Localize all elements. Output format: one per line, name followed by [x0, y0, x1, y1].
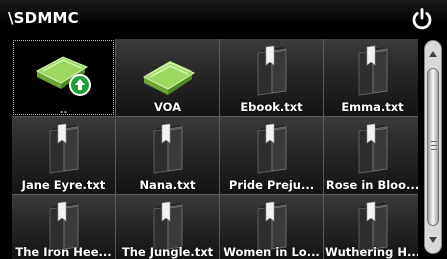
- grip-line: [431, 149, 437, 150]
- folder-icon: [140, 53, 196, 101]
- tile-label: Wuthering H...: [324, 245, 418, 259]
- folder-up-icon: [33, 47, 95, 103]
- tile-label: The Iron Hee...: [15, 245, 112, 259]
- vertical-scrollbar[interactable]: [424, 40, 442, 254]
- book-icon: [353, 43, 393, 101]
- tile-file-rose[interactable]: Rose in Bloo...: [324, 117, 418, 194]
- tile-label: The Jungle.txt: [121, 245, 214, 259]
- tile-label: Women in Lo...: [223, 245, 320, 259]
- tile-file-iron-heel[interactable]: The Iron Hee...: [12, 195, 115, 259]
- tile-label: ..: [59, 105, 68, 116]
- tile-folder-voa[interactable]: VOA: [116, 39, 219, 116]
- book-icon: [252, 43, 292, 101]
- tile-file-jungle[interactable]: The Jungle.txt: [116, 195, 219, 259]
- tile-label: Pride Preju...: [228, 178, 315, 192]
- tile-file-emma[interactable]: Emma.txt: [324, 39, 418, 116]
- power-icon[interactable]: [409, 6, 435, 32]
- tile-label: Emma.txt: [341, 100, 404, 114]
- file-grid: .. VOA Ebook.txt Emma.txt Jane Eyre.txt …: [12, 39, 418, 259]
- tile-parent-folder[interactable]: ..: [12, 39, 115, 116]
- scroll-up-arrow-icon[interactable]: [429, 51, 437, 57]
- grip-line: [431, 141, 437, 142]
- book-icon: [148, 121, 188, 179]
- scroll-down-arrow-icon[interactable]: [429, 237, 437, 243]
- grip-line: [431, 145, 437, 146]
- tile-file-wuthering[interactable]: Wuthering H...: [324, 195, 418, 259]
- title-bar: \SDMMC: [0, 0, 447, 38]
- book-icon: [252, 121, 292, 179]
- scroll-thumb[interactable]: [427, 68, 439, 226]
- tile-label: VOA: [153, 100, 182, 114]
- tile-file-women[interactable]: Women in Lo...: [220, 195, 323, 259]
- book-icon: [353, 121, 393, 179]
- tile-file-pride[interactable]: Pride Preju...: [220, 117, 323, 194]
- tile-file-ebook[interactable]: Ebook.txt: [220, 39, 323, 116]
- current-path: \SDMMC: [8, 9, 79, 27]
- tile-label: Jane Eyre.txt: [21, 178, 106, 192]
- tile-file-nana[interactable]: Nana.txt: [116, 117, 219, 194]
- book-icon: [44, 121, 84, 179]
- tile-file-jane-eyre[interactable]: Jane Eyre.txt: [12, 117, 115, 194]
- tile-label: Ebook.txt: [240, 100, 303, 114]
- tile-label: Nana.txt: [139, 178, 196, 192]
- tile-label: Rose in Bloo...: [325, 178, 418, 192]
